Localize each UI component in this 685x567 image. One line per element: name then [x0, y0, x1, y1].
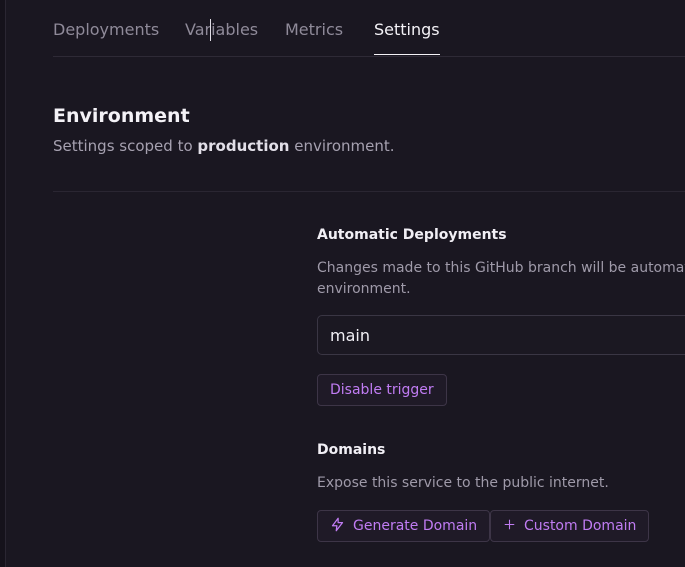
auto-deploy-description-line1: Changes made to this GitHub branch will … [317, 260, 685, 276]
settings-page: Deployments Variables Metrics Settings E… [0, 0, 685, 567]
auto-deploy-title: Automatic Deployments [317, 227, 507, 243]
section-divider [53, 191, 685, 192]
subtitle-suffix: environment. [289, 137, 395, 155]
custom-domain-label: Custom Domain [524, 518, 637, 534]
environment-title: Environment [53, 105, 190, 127]
branch-input[interactable] [317, 315, 685, 355]
tab-deployments[interactable]: Deployments [53, 20, 159, 40]
environment-name: production [197, 137, 290, 155]
disable-trigger-button[interactable]: Disable trigger [317, 374, 447, 406]
tab-settings[interactable]: Settings [374, 20, 440, 55]
text-cursor [210, 19, 211, 41]
plus-icon [503, 518, 516, 535]
custom-domain-button[interactable]: Custom Domain [490, 510, 650, 542]
left-rail [0, 0, 6, 567]
auto-deploy-description-line2: environment. [317, 281, 411, 297]
tab-metrics[interactable]: Metrics [285, 20, 343, 40]
generate-domain-button[interactable]: Generate Domain [317, 510, 491, 542]
generate-domain-label: Generate Domain [353, 518, 478, 534]
service-tabs: Deployments Variables Metrics Settings [53, 0, 685, 57]
subtitle-prefix: Settings scoped to [53, 137, 198, 155]
environment-subtitle: Settings scoped to production environmen… [53, 137, 395, 155]
lightning-bolt-icon [330, 517, 345, 536]
disable-trigger-label: Disable trigger [330, 382, 434, 398]
domains-title: Domains [317, 442, 386, 458]
auto-deploy-description: Changes made to this GitHub branch will … [317, 258, 685, 300]
tab-variables[interactable]: Variables [185, 20, 258, 40]
domains-description: Expose this service to the public intern… [317, 475, 609, 491]
active-tab-indicator [374, 54, 440, 55]
tab-settings-label: Settings [374, 20, 440, 39]
